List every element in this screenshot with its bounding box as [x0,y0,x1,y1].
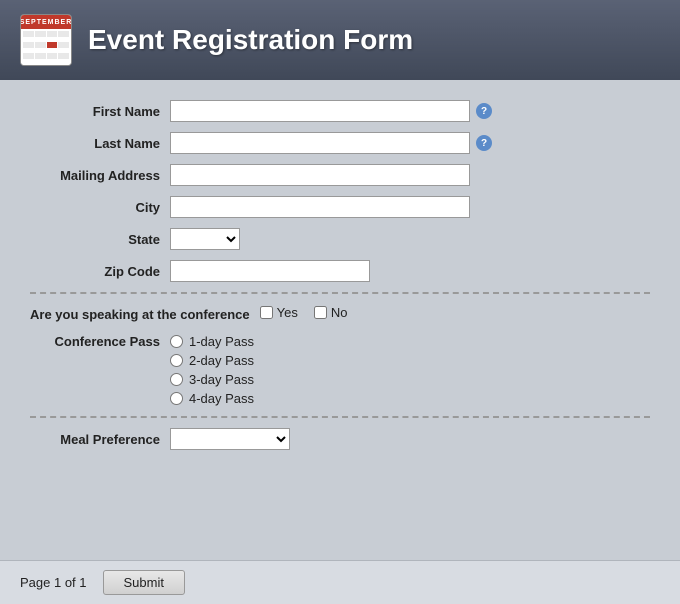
speaking-yes-checkbox[interactable] [260,306,273,319]
speaking-no-item: No [314,305,348,320]
divider-1 [30,292,650,294]
conference-pass-radio-group: 1-day Pass 2-day Pass 3-day Pass 4-day P… [170,334,254,406]
speaking-label: Are you speaking at the conference [30,304,260,324]
header: SEPTEMBER Event Registration Form [0,0,680,80]
pass-3day-label[interactable]: 3-day Pass [189,372,254,387]
meal-preference-select[interactable]: Vegetarian Vegan Standard Kosher Halal [170,428,290,450]
pass-3day-radio[interactable] [170,373,183,386]
submit-button[interactable]: Submit [103,570,185,595]
meal-preference-row: Meal Preference Vegetarian Vegan Standar… [0,428,680,450]
last-name-input[interactable] [170,132,470,154]
first-name-field-group: ? [170,100,492,122]
mailing-address-row: Mailing Address [0,164,680,186]
first-name-label: First Name [30,104,170,119]
zip-code-row: Zip Code [0,260,680,282]
pass-3day-item: 3-day Pass [170,372,254,387]
zip-code-label: Zip Code [30,264,170,279]
footer: Page 1 of 1 Submit [0,560,680,604]
last-name-label: Last Name [30,136,170,151]
pass-2day-item: 2-day Pass [170,353,254,368]
zip-code-input[interactable] [170,260,370,282]
pass-2day-radio[interactable] [170,354,183,367]
speaking-no-checkbox[interactable] [314,306,327,319]
pass-1day-item: 1-day Pass [170,334,254,349]
meal-preference-label: Meal Preference [30,432,170,447]
speaking-yes-item: Yes [260,305,298,320]
calendar-icon: SEPTEMBER [20,14,72,66]
city-label: City [30,200,170,215]
speaking-no-label[interactable]: No [331,305,348,320]
state-row: State AL AK AZ CA CO CT FL GA NY TX [0,228,680,250]
page-info: Page 1 of 1 [20,575,87,590]
state-select[interactable]: AL AK AZ CA CO CT FL GA NY TX [170,228,240,250]
city-input[interactable] [170,196,470,218]
mailing-address-input[interactable] [170,164,470,186]
speaking-row: Are you speaking at the conference Yes N… [0,304,680,324]
city-row: City [0,196,680,218]
speaking-yes-label[interactable]: Yes [277,305,298,320]
pass-4day-radio[interactable] [170,392,183,405]
first-name-help-icon[interactable]: ? [476,103,492,119]
conference-pass-row: Conference Pass 1-day Pass 2-day Pass 3-… [0,334,680,406]
calendar-month: SEPTEMBER [21,15,71,29]
mailing-address-label: Mailing Address [30,168,170,183]
first-name-row: First Name ? [0,100,680,122]
form-area: First Name ? Last Name ? Mailing Address… [0,80,680,560]
conference-pass-label: Conference Pass [30,334,170,349]
speaking-checkbox-group: Yes No [260,304,348,320]
divider-2 [30,416,650,418]
last-name-help-icon[interactable]: ? [476,135,492,151]
page-title: Event Registration Form [88,24,413,56]
pass-1day-label[interactable]: 1-day Pass [189,334,254,349]
last-name-field-group: ? [170,132,492,154]
pass-4day-label[interactable]: 4-day Pass [189,391,254,406]
last-name-row: Last Name ? [0,132,680,154]
pass-2day-label[interactable]: 2-day Pass [189,353,254,368]
first-name-input[interactable] [170,100,470,122]
pass-1day-radio[interactable] [170,335,183,348]
pass-4day-item: 4-day Pass [170,391,254,406]
state-label: State [30,232,170,247]
